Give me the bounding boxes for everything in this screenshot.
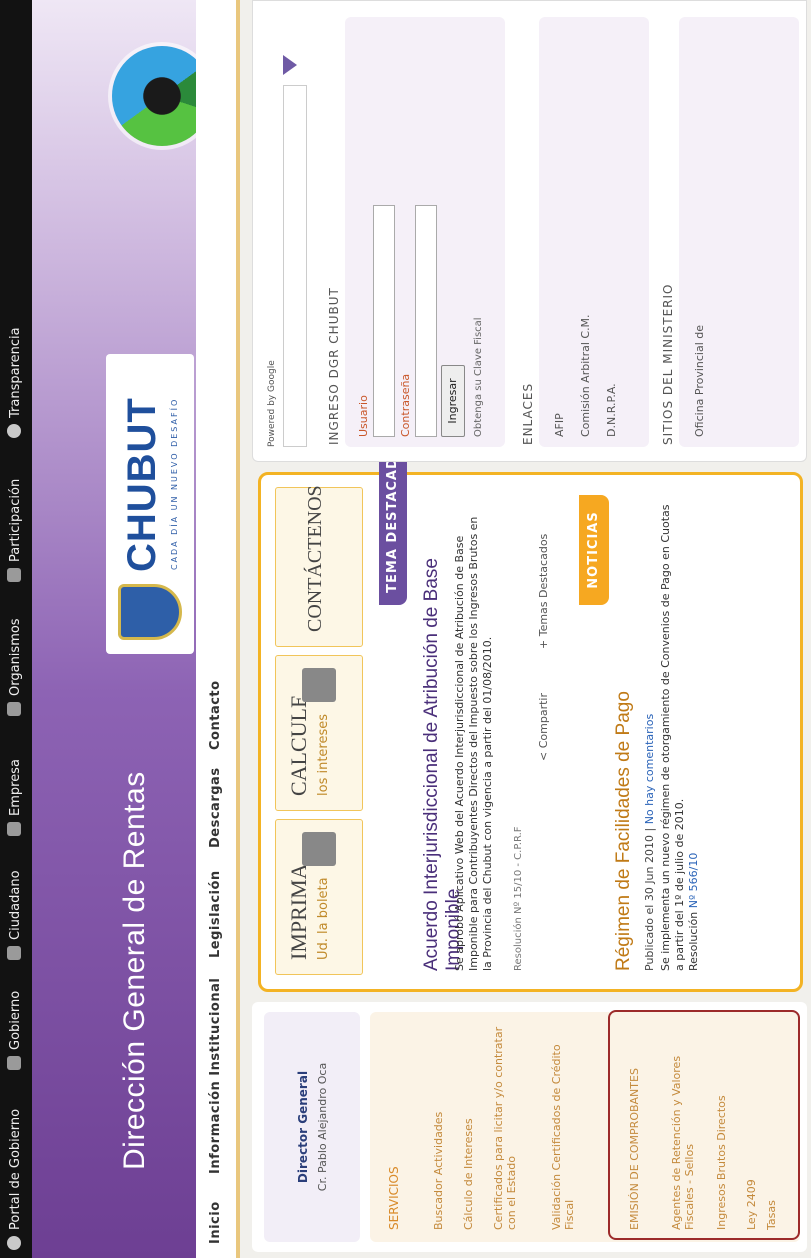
share-label: Compartir: [537, 693, 550, 749]
province-shield-icon: [118, 584, 182, 640]
nav-informacion-institucional[interactable]: Información Institucional: [208, 978, 223, 1174]
director-title: Director General: [296, 1070, 310, 1184]
service-link[interactable]: Cálculo de Intereses: [462, 1025, 475, 1230]
nav-contacto[interactable]: Contacto: [208, 680, 223, 750]
page-title: Dirección General de Rentas: [118, 771, 151, 1170]
noticias-banner: NOTICIAS: [579, 495, 609, 605]
calculator-icon: [302, 668, 336, 702]
search-arrow-icon[interactable]: [283, 55, 297, 75]
temas-label: Temas Destacados: [537, 533, 550, 637]
factory-icon: [7, 822, 21, 836]
service-link[interactable]: Ley 2409: [745, 1025, 758, 1230]
left-sidebar: Director General Cr. Pablo Alejandro Oca…: [252, 1002, 807, 1252]
topbar-item-portal[interactable]: Portal de Gobierno: [7, 1109, 23, 1250]
ingresar-button[interactable]: Ingresar: [441, 365, 465, 437]
news-title[interactable]: Régimen de Facilidades de Pago: [613, 691, 635, 971]
contactenos-label: CONTÁCTENOS: [304, 485, 326, 632]
printer-icon: [302, 832, 336, 866]
enlaces-panel: AFIP Comisión Arbitral C.M. D.N.R.P.A.: [539, 17, 649, 447]
password-input[interactable]: [415, 205, 437, 437]
service-link[interactable]: Agentes de Retención y Valores Fiscales …: [670, 1025, 696, 1230]
clave-fiscal-link[interactable]: Obtenga su Clave Fiscal: [473, 317, 484, 437]
usuario-label: Usuario: [357, 395, 370, 437]
search-input[interactable]: [283, 85, 307, 447]
share-link[interactable]: < Compartir: [537, 693, 550, 761]
contactenos-button[interactable]: CONTÁCTENOS: [275, 485, 363, 647]
featured-panel: IMPRIMA Ud. la boleta CALCULE los intere…: [258, 433, 803, 992]
logo-text: CHUBUT: [120, 397, 164, 572]
news-body: Se implementa un nuevo régimen de otorga…: [659, 504, 686, 971]
login-panel: Usuario Contraseña Ingresar Obtenga su C…: [345, 17, 505, 447]
enlace-link[interactable]: AFIP: [553, 413, 566, 437]
service-link[interactable]: Ingresos Brutos Directos: [715, 1025, 728, 1230]
service-link[interactable]: Tasas: [765, 1025, 778, 1230]
topbar-item-gobierno[interactable]: Gobierno: [7, 991, 23, 1070]
calcule-label: CALCULE: [286, 694, 311, 796]
services-panel: SERVICIOS Buscador Actividades Cálculo d…: [370, 1010, 800, 1242]
calcule-button[interactable]: CALCULE los intereses: [275, 655, 363, 811]
sitio-link[interactable]: Oficina Provincial de: [693, 325, 706, 437]
right-sidebar: Powered by Google INGRESO DGR CHUBUT Usu…: [252, 0, 807, 462]
topbar-label: Transparencia: [8, 327, 23, 418]
google-search: Powered by Google: [267, 17, 307, 447]
topbar-label: Gobierno: [8, 990, 23, 1050]
logo-tagline: CADA DÍA UN NUEVO DESAFÍO: [170, 397, 179, 570]
chubut-logo[interactable]: CHUBUT CADA DÍA UN NUEVO DESAFÍO: [106, 354, 194, 654]
temas-destacados-link[interactable]: + Temas Destacados: [537, 534, 550, 649]
topbar-label: Organismos: [8, 618, 23, 696]
building-icon: [7, 1056, 21, 1070]
topbar-item-participacion[interactable]: Participación: [7, 479, 23, 582]
person-icon: [7, 946, 21, 960]
main-nav: Inicio Información Institucional Legisla…: [196, 0, 240, 1258]
news-res-link[interactable]: Nº 566/10: [687, 853, 700, 909]
drop-icon: [7, 424, 21, 438]
topbar-label: Ciudadano: [8, 870, 23, 940]
topbar-label: Empresa: [8, 759, 23, 816]
news-meta: Publicado el 30 Jun 2010 | No hay coment…: [643, 714, 656, 971]
services-heading: SERVICIOS: [387, 1166, 401, 1230]
nav-inicio[interactable]: Inicio: [208, 1201, 223, 1244]
sitios-panel: Oficina Provincial de: [679, 17, 799, 447]
topbar-label: Portal de Gobierno: [8, 1108, 23, 1230]
topbar-item-organismos[interactable]: Organismos: [7, 618, 23, 716]
sitios-heading: SITIOS DEL MINISTERIO: [661, 283, 675, 445]
director-card: Director General Cr. Pablo Alejandro Oca: [264, 1012, 360, 1242]
topbar-item-ciudadano[interactable]: Ciudadano: [7, 870, 23, 960]
comments-link[interactable]: No hay comentarios: [643, 714, 656, 825]
ingreso-heading: INGRESO DGR CHUBUT: [327, 287, 341, 445]
news-text: Se implementa un nuevo régimen de otorga…: [659, 501, 701, 971]
nav-descargas[interactable]: Descargas: [208, 767, 223, 848]
tema-text: Se aprobó Aplicativo Web del Acuerdo Int…: [453, 516, 494, 971]
director-name: Cr. Pablo Alejandro Oca: [316, 1062, 329, 1192]
service-link[interactable]: Validación Certificados de Crédito Fisca…: [550, 1025, 576, 1230]
news-date: Publicado el 30 Jun 2010 |: [643, 827, 656, 971]
enlace-link[interactable]: D.N.R.P.A.: [605, 383, 618, 437]
service-link[interactable]: Certificados para licitar y/o contratar …: [492, 1025, 518, 1230]
imprima-button[interactable]: IMPRIMA Ud. la boleta: [275, 819, 363, 975]
organization-icon: [7, 702, 21, 716]
topbar-item-transparencia[interactable]: Transparencia: [7, 327, 23, 438]
topbar-item-empresa[interactable]: Empresa: [7, 759, 23, 836]
enlace-link[interactable]: Comisión Arbitral C.M.: [579, 314, 592, 437]
service-link[interactable]: Buscador Actividades: [432, 1025, 445, 1230]
enlaces-heading: ENLACES: [521, 382, 535, 445]
topbar-label: Participación: [8, 478, 23, 562]
imprima-sublabel: Ud. la boleta: [316, 877, 331, 960]
news-res-label: Resolución: [687, 911, 700, 971]
service-link[interactable]: EMISIÓN DE COMPROBANTES: [628, 1025, 641, 1230]
usuario-input[interactable]: [373, 205, 395, 437]
page-rotated: Portal de Gobierno Gobierno Ciudadano Em…: [0, 0, 811, 1258]
group-icon: [7, 568, 21, 582]
calcule-sublabel: los intereses: [316, 713, 331, 796]
page-header: Dirección General de Rentas CHUBUT CADA …: [32, 0, 212, 1258]
top-navigation-bar: Portal de Gobierno Gobierno Ciudadano Em…: [0, 0, 32, 1258]
password-label: Contraseña: [399, 373, 412, 437]
imprima-label: IMPRIMA: [286, 863, 311, 960]
portal-icon: [7, 1236, 21, 1250]
google-label: Powered by Google: [267, 360, 277, 447]
tema-resolution: Resolución Nº 15/10 - C.P.R.F: [513, 826, 524, 972]
nav-legislacion[interactable]: Legislación: [208, 870, 223, 958]
